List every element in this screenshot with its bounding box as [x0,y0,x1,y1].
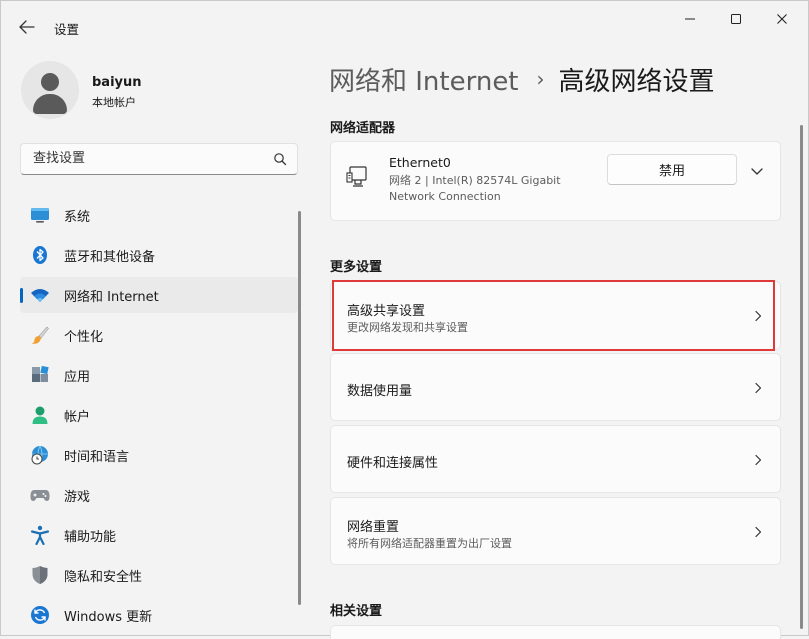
sidebar-item-accessibility[interactable]: 辅助功能 [20,517,298,553]
search-input[interactable] [31,150,265,167]
sidebar-item-label: 隐私和安全性 [64,569,143,585]
globe-clock-icon [30,445,50,465]
ethernet-adapter-icon [346,166,367,187]
gamepad-icon [30,485,50,505]
main-scrollbar[interactable] [800,125,803,629]
search-box[interactable] [20,143,298,175]
chevron-right-icon [755,382,762,394]
page-title: 高级网络设置 [558,66,715,97]
account-type: 本地帐户 [92,96,136,109]
sidebar-item-bluetooth[interactable]: 蓝牙和其他设备 [20,237,298,273]
chevron-down-icon[interactable] [750,164,764,178]
sidebar-item-label: 蓝牙和其他设备 [64,249,156,265]
sidebar-item-label: Windows 更新 [64,609,153,625]
chevron-right-icon [755,454,762,466]
search-icon[interactable] [273,152,287,166]
sidebar-item-label: 游戏 [64,489,91,505]
sidebar-item-privacy[interactable]: 隐私和安全性 [20,557,298,593]
avatar-head [41,73,59,91]
data-usage-settings[interactable]: 数据使用量 [330,353,781,421]
brush-icon [30,325,50,345]
user-name: baiyun [92,75,142,90]
network-reset[interactable]: 网络重置 将所有网络适配器重置为出厂设置 [330,497,781,565]
sidebar-item-time-language[interactable]: 时间和语言 [20,437,298,473]
person-icon [30,405,50,425]
adapter-card[interactable]: Ethernet0 网络 2 | Intel(R) 82574L Gigabit… [330,141,781,221]
related-settings-card[interactable] [330,625,781,639]
sidebar-scrollbar[interactable] [298,211,301,605]
breadcrumb-parent[interactable]: 网络和 Internet [329,61,519,98]
sidebar-nav: 系统 蓝牙和其他设备 网络和 Internet 个性化 应用 帐户 时间和语言 … [20,197,298,637]
adapter-name: Ethernet0 [389,155,451,170]
window-title: 设置 [54,22,80,37]
update-icon [30,605,50,625]
sidebar-item-label: 个性化 [64,329,104,345]
avatar-body [33,94,67,114]
card-subtitle: 更改网络发现和共享设置 [347,321,468,334]
close-icon [777,14,787,24]
maximize-icon [731,14,741,24]
sidebar-item-accounts[interactable]: 帐户 [20,397,298,433]
settings-window: 设置 baiyun 本地帐户 系统 [0,0,809,639]
sidebar-item-network[interactable]: 网络和 Internet [20,277,298,313]
title-bar: 设置 [1,1,808,53]
sidebar-item-label: 时间和语言 [64,449,130,465]
hardware-connection-properties[interactable]: 硬件和连接属性 [330,425,781,493]
accessibility-icon [30,525,50,545]
card-title: 高级共享设置 [347,304,426,319]
active-indicator [20,288,23,303]
avatar [21,61,79,119]
section-title-adapters: 网络适配器 [330,121,396,136]
breadcrumb-separator: › [536,67,545,91]
section-title-related: 相关设置 [330,604,383,619]
card-title: 网络重置 [347,520,400,535]
sidebar-item-label: 系统 [64,209,91,225]
advanced-sharing-settings[interactable]: 高级共享设置 更改网络发现和共享设置 [330,281,781,350]
card-title: 数据使用量 [347,384,413,399]
shield-icon [30,565,50,585]
sidebar-item-system[interactable]: 系统 [20,197,298,233]
sidebar-item-gaming[interactable]: 游戏 [20,477,298,513]
system-icon [30,205,50,225]
wifi-icon [30,285,50,305]
bluetooth-icon [30,245,50,265]
sidebar-item-windows-update[interactable]: Windows 更新 [20,597,298,633]
sidebar-item-label: 应用 [64,369,91,385]
minimize-button[interactable] [668,7,712,31]
maximize-button[interactable] [714,7,758,31]
card-subtitle: 将所有网络适配器重置为出厂设置 [347,537,512,550]
back-arrow-icon [19,20,35,34]
section-title-more: 更多设置 [330,260,383,275]
breadcrumb: 网络和 Internet › 高级网络设置 [329,61,715,97]
back-button[interactable] [13,15,41,39]
chevron-right-icon [755,526,762,538]
sidebar-item-label: 辅助功能 [64,529,117,545]
disable-adapter-button[interactable]: 禁用 [607,154,737,185]
apps-icon [30,365,50,385]
sidebar-item-label: 帐户 [64,409,91,425]
chevron-right-icon [755,310,762,322]
adapter-description: 网络 2 | Intel(R) 82574L Gigabit Network C… [389,174,561,203]
sidebar-item-apps[interactable]: 应用 [20,357,298,393]
minimize-icon [685,18,695,20]
sidebar-item-label: 网络和 Internet [64,289,159,305]
close-button[interactable] [760,7,804,31]
sidebar-item-personalization[interactable]: 个性化 [20,317,298,353]
card-title: 硬件和连接属性 [347,456,439,471]
